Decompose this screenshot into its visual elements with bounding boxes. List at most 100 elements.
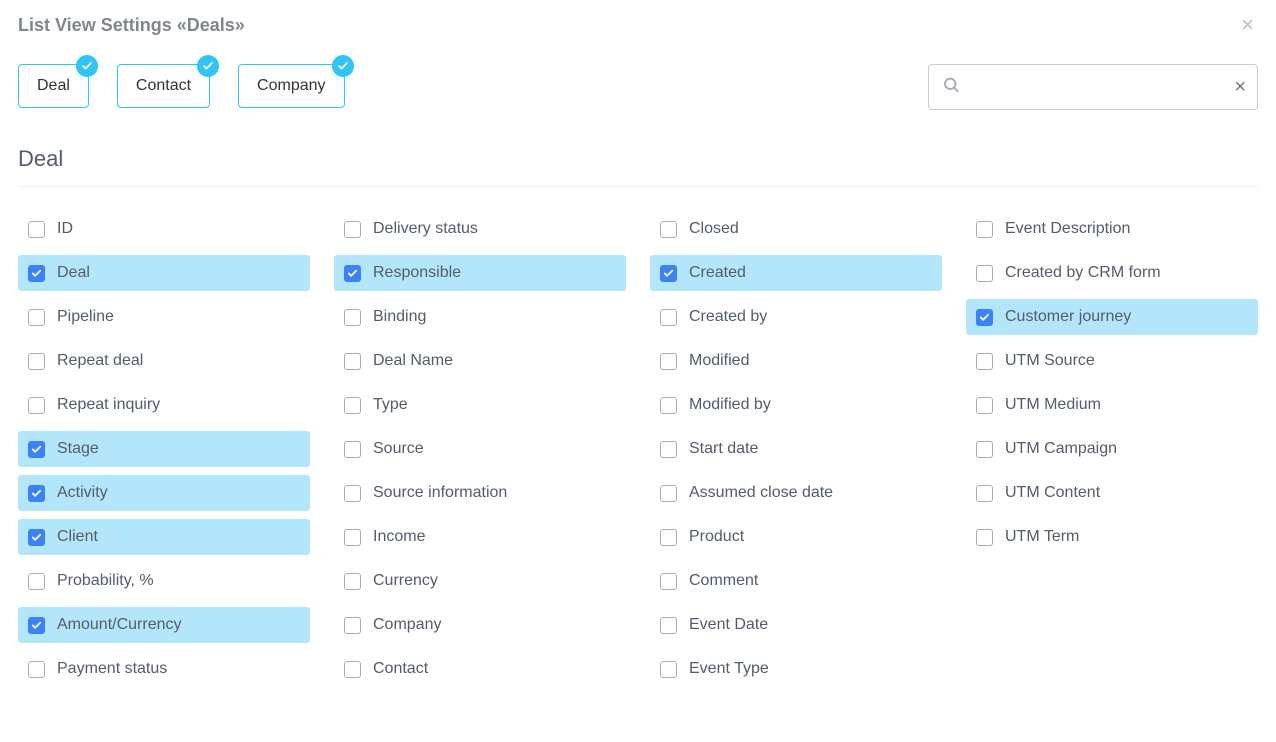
checkbox[interactable] <box>660 529 677 546</box>
field-item[interactable]: Contact <box>334 651 626 687</box>
field-item[interactable]: UTM Term <box>966 519 1258 555</box>
checkbox[interactable] <box>660 661 677 678</box>
checkbox[interactable] <box>28 221 45 238</box>
field-item[interactable]: Modified <box>650 343 942 379</box>
field-item[interactable]: Modified by <box>650 387 942 423</box>
section-title: Deal <box>18 146 1258 187</box>
check-badge-icon <box>332 55 354 77</box>
tab-label: Contact <box>136 77 191 94</box>
checkbox[interactable] <box>28 441 45 458</box>
fields-grid: ID Deal Pipeline Repeat deal Repeat inquiry S… <box>18 211 1258 687</box>
dialog-title: List View Settings «Deals» <box>18 15 245 36</box>
checkbox[interactable] <box>660 221 677 238</box>
field-item[interactable]: UTM Medium <box>966 387 1258 423</box>
field-item[interactable]: Event Type <box>650 651 942 687</box>
field-item[interactable]: Repeat inquiry <box>18 387 310 423</box>
field-item[interactable]: Income <box>334 519 626 555</box>
field-item[interactable]: UTM Content <box>966 475 1258 511</box>
checkbox[interactable] <box>976 485 993 502</box>
field-item[interactable]: Deal <box>18 255 310 291</box>
field-item[interactable]: Closed <box>650 211 942 247</box>
field-item[interactable]: ID <box>18 211 310 247</box>
tab-deal[interactable]: Deal <box>18 64 89 108</box>
tab-contact[interactable]: Contact <box>117 64 210 108</box>
field-item[interactable]: UTM Source <box>966 343 1258 379</box>
checkbox[interactable] <box>28 617 45 634</box>
checkbox[interactable] <box>28 397 45 414</box>
field-item[interactable]: Binding <box>334 299 626 335</box>
field-item[interactable]: Pipeline <box>18 299 310 335</box>
field-item[interactable]: Responsible <box>334 255 626 291</box>
field-label: Assumed close date <box>689 484 833 502</box>
field-label: Event Description <box>1005 220 1130 238</box>
checkbox[interactable] <box>660 485 677 502</box>
checkbox[interactable] <box>344 573 361 590</box>
field-item[interactable]: Created by CRM form <box>966 255 1258 291</box>
checkbox[interactable] <box>344 441 361 458</box>
checkbox[interactable] <box>344 485 361 502</box>
field-item[interactable]: Stage <box>18 431 310 467</box>
checkbox[interactable] <box>344 661 361 678</box>
close-button[interactable]: × <box>1237 14 1258 36</box>
checkbox[interactable] <box>28 309 45 326</box>
field-item[interactable]: Currency <box>334 563 626 599</box>
field-item[interactable]: Start date <box>650 431 942 467</box>
field-label: Source <box>373 440 424 458</box>
field-item[interactable]: Type <box>334 387 626 423</box>
close-icon: × <box>1234 76 1246 98</box>
field-item[interactable]: Event Date <box>650 607 942 643</box>
field-item[interactable]: Deal Name <box>334 343 626 379</box>
checkbox[interactable] <box>28 353 45 370</box>
checkbox[interactable] <box>660 265 677 282</box>
checkbox[interactable] <box>976 309 993 326</box>
search-input[interactable] <box>928 64 1258 110</box>
field-item[interactable]: Client <box>18 519 310 555</box>
field-item[interactable]: Assumed close date <box>650 475 942 511</box>
checkbox[interactable] <box>344 221 361 238</box>
checkbox[interactable] <box>660 617 677 634</box>
checkbox[interactable] <box>660 573 677 590</box>
field-item[interactable]: Source information <box>334 475 626 511</box>
checkbox[interactable] <box>976 529 993 546</box>
field-item[interactable]: Probability, % <box>18 563 310 599</box>
field-item[interactable]: Repeat deal <box>18 343 310 379</box>
tab-company[interactable]: Company <box>238 64 344 108</box>
checkbox[interactable] <box>344 529 361 546</box>
field-item[interactable]: UTM Campaign <box>966 431 1258 467</box>
field-label: Pipeline <box>57 308 114 326</box>
checkbox[interactable] <box>660 397 677 414</box>
field-item[interactable]: Amount/Currency <box>18 607 310 643</box>
field-item[interactable]: Product <box>650 519 942 555</box>
field-item[interactable]: Created <box>650 255 942 291</box>
checkbox[interactable] <box>976 397 993 414</box>
field-item[interactable]: Company <box>334 607 626 643</box>
checkbox[interactable] <box>976 441 993 458</box>
checkbox[interactable] <box>28 573 45 590</box>
field-item[interactable]: Created by <box>650 299 942 335</box>
field-item[interactable]: Customer journey <box>966 299 1258 335</box>
field-item[interactable]: Delivery status <box>334 211 626 247</box>
field-item[interactable]: Payment status <box>18 651 310 687</box>
checkbox[interactable] <box>344 265 361 282</box>
checkbox[interactable] <box>976 265 993 282</box>
checkbox[interactable] <box>28 661 45 678</box>
checkbox[interactable] <box>344 617 361 634</box>
checkbox[interactable] <box>344 309 361 326</box>
field-item[interactable]: Event Description <box>966 211 1258 247</box>
checkbox[interactable] <box>976 221 993 238</box>
checkbox[interactable] <box>660 309 677 326</box>
checkbox[interactable] <box>976 353 993 370</box>
clear-search-button[interactable]: × <box>1234 77 1246 97</box>
field-item[interactable]: Source <box>334 431 626 467</box>
field-item[interactable]: Activity <box>18 475 310 511</box>
checkbox[interactable] <box>660 353 677 370</box>
checkbox[interactable] <box>660 441 677 458</box>
field-label: Company <box>373 616 441 634</box>
field-label: UTM Source <box>1005 352 1095 370</box>
checkbox[interactable] <box>344 353 361 370</box>
checkbox[interactable] <box>28 529 45 546</box>
field-item[interactable]: Comment <box>650 563 942 599</box>
checkbox[interactable] <box>28 265 45 282</box>
checkbox[interactable] <box>344 397 361 414</box>
checkbox[interactable] <box>28 485 45 502</box>
